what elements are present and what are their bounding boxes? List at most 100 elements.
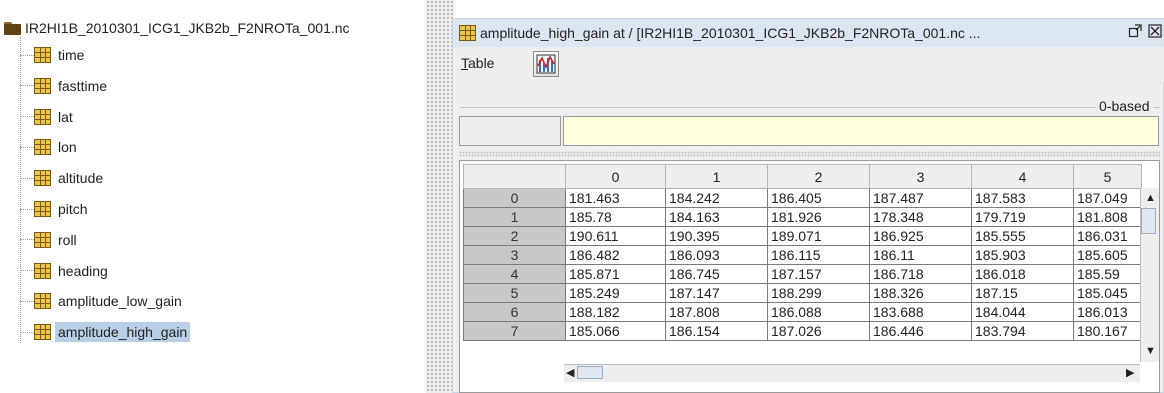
table-cell[interactable]: 186.088 [767, 302, 870, 322]
table-cell[interactable]: 186.018 [971, 264, 1074, 284]
table-cell[interactable]: 186.031 [1073, 226, 1142, 246]
table-row: 7 185.066 186.154 187.026 186.446 183.794 180.… [463, 321, 1142, 341]
table-cell[interactable]: 183.688 [869, 302, 972, 322]
table-cell[interactable]: 184.044 [971, 302, 1074, 322]
scroll-down-icon[interactable]: ▼ [1145, 344, 1156, 358]
table-cell[interactable]: 185.59 [1073, 264, 1142, 284]
table-cell[interactable]: 186.718 [869, 264, 972, 284]
table-row: 4 185.871 186.745 187.157 186.718 186.018 185.… [463, 264, 1142, 284]
tree-item-heading[interactable]: heading [20, 259, 111, 283]
table-cell[interactable]: 190.395 [665, 226, 768, 246]
tree-item-fasttime[interactable]: fasttime [20, 74, 110, 98]
horizontal-scroll-thumb[interactable] [577, 366, 603, 379]
data-table: 012345 0 181.463 184.242 186.405 187.487 187.… [463, 164, 1142, 341]
table-cell[interactable]: 187.026 [767, 321, 870, 341]
table-cell[interactable]: 185.066 [565, 321, 666, 341]
tree-root-node[interactable]: IR2HI1B_2010301_ICG1_JKB2b_F2NROTa_001.n… [4, 19, 350, 37]
menu-table[interactable]: Table [461, 55, 494, 71]
table-cell[interactable]: 188.299 [767, 283, 870, 303]
row-header[interactable]: 1 [463, 207, 566, 227]
table-cell[interactable]: 186.446 [869, 321, 972, 341]
tree-item-time[interactable]: time [20, 43, 87, 67]
table-cell[interactable]: 186.115 [767, 245, 870, 265]
table-cell[interactable]: 186.405 [767, 188, 870, 208]
table-cell[interactable]: 186.482 [565, 245, 666, 265]
table-cell[interactable]: 190.611 [565, 226, 666, 246]
index-input[interactable] [563, 116, 1159, 146]
horizontal-scrollbar[interactable]: ◀ ▶ [564, 364, 1140, 382]
row-header[interactable]: 6 [463, 302, 566, 322]
table-cell[interactable]: 186.093 [665, 245, 768, 265]
column-header-2[interactable]: 2 [767, 164, 870, 189]
tree-item-amplitude-high-gain[interactable]: amplitude_high_gain [20, 320, 191, 344]
row-header[interactable]: 4 [463, 264, 566, 284]
table-row: 6 188.182 187.808 186.088 183.688 184.044 186.… [463, 302, 1142, 322]
column-header-4[interactable]: 4 [971, 164, 1074, 189]
scroll-right-icon[interactable]: ▶ [1126, 366, 1134, 380]
scroll-left-icon[interactable]: ◀ [566, 366, 574, 380]
table-cell[interactable]: 181.463 [565, 188, 666, 208]
table-cell[interactable]: 188.182 [565, 302, 666, 322]
tree-item-altitude[interactable]: altitude [20, 166, 106, 190]
row-header[interactable]: 7 [463, 321, 566, 341]
table-cell[interactable]: 181.808 [1073, 207, 1142, 227]
table-cell[interactable]: 187.808 [665, 302, 768, 322]
row-header[interactable]: 2 [463, 226, 566, 246]
table-cell[interactable]: 180.167 [1073, 321, 1142, 341]
table-cell[interactable]: 185.78 [565, 207, 666, 227]
tree-item-roll[interactable]: roll [20, 228, 80, 252]
restore-icon[interactable] [1127, 24, 1143, 40]
column-header-0[interactable]: 0 [565, 164, 666, 189]
tree-item-amplitude-low-gain[interactable]: amplitude_low_gain [20, 289, 185, 313]
table-cell[interactable]: 187.487 [869, 188, 972, 208]
table-cell[interactable]: 181.926 [767, 207, 870, 227]
table-cell[interactable]: 183.794 [971, 321, 1074, 341]
table-cell[interactable]: 186.925 [869, 226, 972, 246]
row-header[interactable]: 0 [463, 188, 566, 208]
table-cell[interactable]: 187.157 [767, 264, 870, 284]
table-cell[interactable]: 184.163 [665, 207, 768, 227]
row-header[interactable]: 3 [463, 245, 566, 265]
table-cell[interactable]: 187.049 [1073, 188, 1142, 208]
vertical-scroll-thumb[interactable] [1141, 208, 1156, 234]
variable-grid-icon [34, 324, 51, 341]
table-cell[interactable]: 189.071 [767, 226, 870, 246]
table-cell[interactable]: 185.045 [1073, 283, 1142, 303]
table-cell[interactable]: 186.013 [1073, 302, 1142, 322]
table-cell[interactable]: 186.154 [665, 321, 768, 341]
table-cell[interactable]: 178.348 [869, 207, 972, 227]
frame-title-bar[interactable]: amplitude_high_gain at / [IR2HI1B_201030… [453, 19, 1164, 47]
table-cell[interactable]: 185.555 [971, 226, 1074, 246]
table-cell[interactable]: 185.605 [1073, 245, 1142, 265]
table-cell[interactable]: 186.745 [665, 264, 768, 284]
table-cell[interactable]: 179.719 [971, 207, 1074, 227]
column-header-5[interactable]: 5 [1073, 164, 1142, 189]
row-header[interactable]: 5 [463, 283, 566, 303]
panel-splitter[interactable] [459, 151, 1160, 157]
table-cell[interactable]: 187.147 [665, 283, 768, 303]
tree-item-label: altitude [58, 170, 104, 187]
variable-grid-icon [34, 77, 51, 94]
variable-grid-icon [459, 25, 476, 41]
variable-grid-icon [34, 293, 51, 310]
column-header-3[interactable]: 3 [869, 164, 972, 189]
menu-table-label: able [468, 55, 495, 71]
tree-item-lat[interactable]: lat [20, 105, 76, 129]
column-header-1[interactable]: 1 [665, 164, 768, 189]
plot-button[interactable] [533, 51, 559, 77]
table-cell[interactable]: 184.242 [665, 188, 768, 208]
table-cell[interactable]: 188.326 [869, 283, 972, 303]
table-cell[interactable]: 187.15 [971, 283, 1074, 303]
tree-item-pitch[interactable]: pitch [20, 197, 91, 221]
variable-grid-icon [34, 170, 51, 187]
table-cell[interactable]: 185.249 [565, 283, 666, 303]
scroll-up-icon[interactable]: ▲ [1145, 191, 1156, 205]
table-cell[interactable]: 185.903 [971, 245, 1074, 265]
file-tree-panel: IR2HI1B_2010301_ICG1_JKB2b_F2NROTa_001.n… [0, 0, 426, 393]
table-cell[interactable]: 187.583 [971, 188, 1074, 208]
close-icon[interactable] [1147, 24, 1163, 40]
table-cell[interactable]: 185.871 [565, 264, 666, 284]
split-pane-divider[interactable] [426, 0, 454, 393]
tree-item-lon[interactable]: lon [20, 135, 80, 159]
table-cell[interactable]: 186.11 [869, 245, 972, 265]
